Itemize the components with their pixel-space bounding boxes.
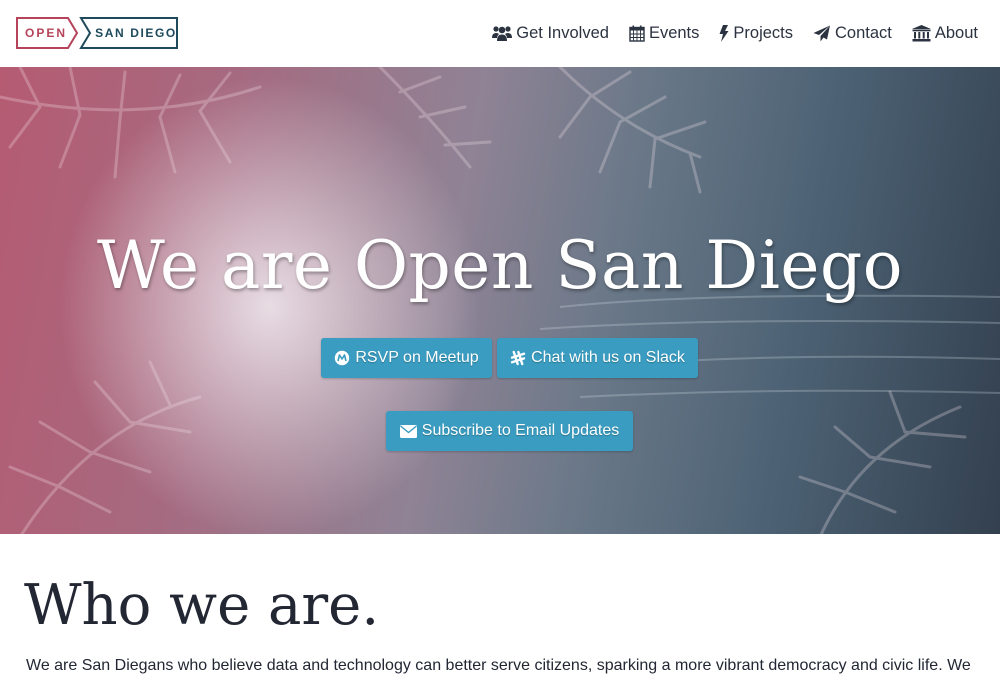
- logo-san-diego-text: SAN DIEGO: [95, 26, 177, 40]
- institution-icon: [911, 24, 931, 41]
- nav-get-involved-label: Get Involved: [516, 23, 609, 42]
- nav-events[interactable]: Events: [629, 24, 699, 43]
- slack-chat-button[interactable]: Chat with us on Slack: [497, 338, 698, 378]
- logo-open-text: OPEN: [25, 26, 68, 40]
- navbar: OPEN SAN DIEGO Get Involved Events Proje…: [0, 0, 1000, 67]
- meetup-icon: [335, 350, 350, 366]
- nav-get-involved[interactable]: Get Involved: [492, 24, 609, 43]
- bolt-icon: [719, 24, 729, 42]
- nav-contact[interactable]: Contact: [813, 24, 892, 43]
- nav-about[interactable]: About: [911, 23, 978, 43]
- who-we-are-text: We are San Diegans who believe data and …: [26, 657, 971, 674]
- slack-icon: [510, 350, 526, 366]
- hero-banner: We are Open San Diego RSVP on Meetup Cha…: [0, 67, 1000, 534]
- main-nav: Get Involved Events Projects Contact Abo…: [472, 18, 978, 48]
- subscribe-email-label: Subscribe to Email Updates: [421, 422, 620, 439]
- users-icon: [492, 26, 513, 41]
- site-logo[interactable]: OPEN SAN DIEGO: [16, 17, 178, 49]
- subscribe-email-button[interactable]: Subscribe to Email Updates: [386, 411, 633, 451]
- nav-projects-label: Projects: [733, 23, 793, 42]
- rsvp-meetup-button[interactable]: RSVP on Meetup: [321, 338, 492, 378]
- nav-contact-label: Contact: [835, 23, 892, 42]
- nav-events-label: Events: [648, 23, 700, 42]
- who-we-are-heading: Who we are.: [24, 573, 380, 638]
- paper-plane-icon: [813, 25, 830, 41]
- envelope-icon: [399, 424, 417, 438]
- rsvp-meetup-label: RSVP on Meetup: [355, 349, 479, 366]
- nav-projects[interactable]: Projects: [719, 24, 793, 43]
- calendar-icon: [629, 25, 645, 42]
- nav-about-label: About: [934, 23, 978, 42]
- hero-title: We are Open San Diego: [97, 227, 903, 304]
- slack-chat-label: Chat with us on Slack: [531, 349, 685, 366]
